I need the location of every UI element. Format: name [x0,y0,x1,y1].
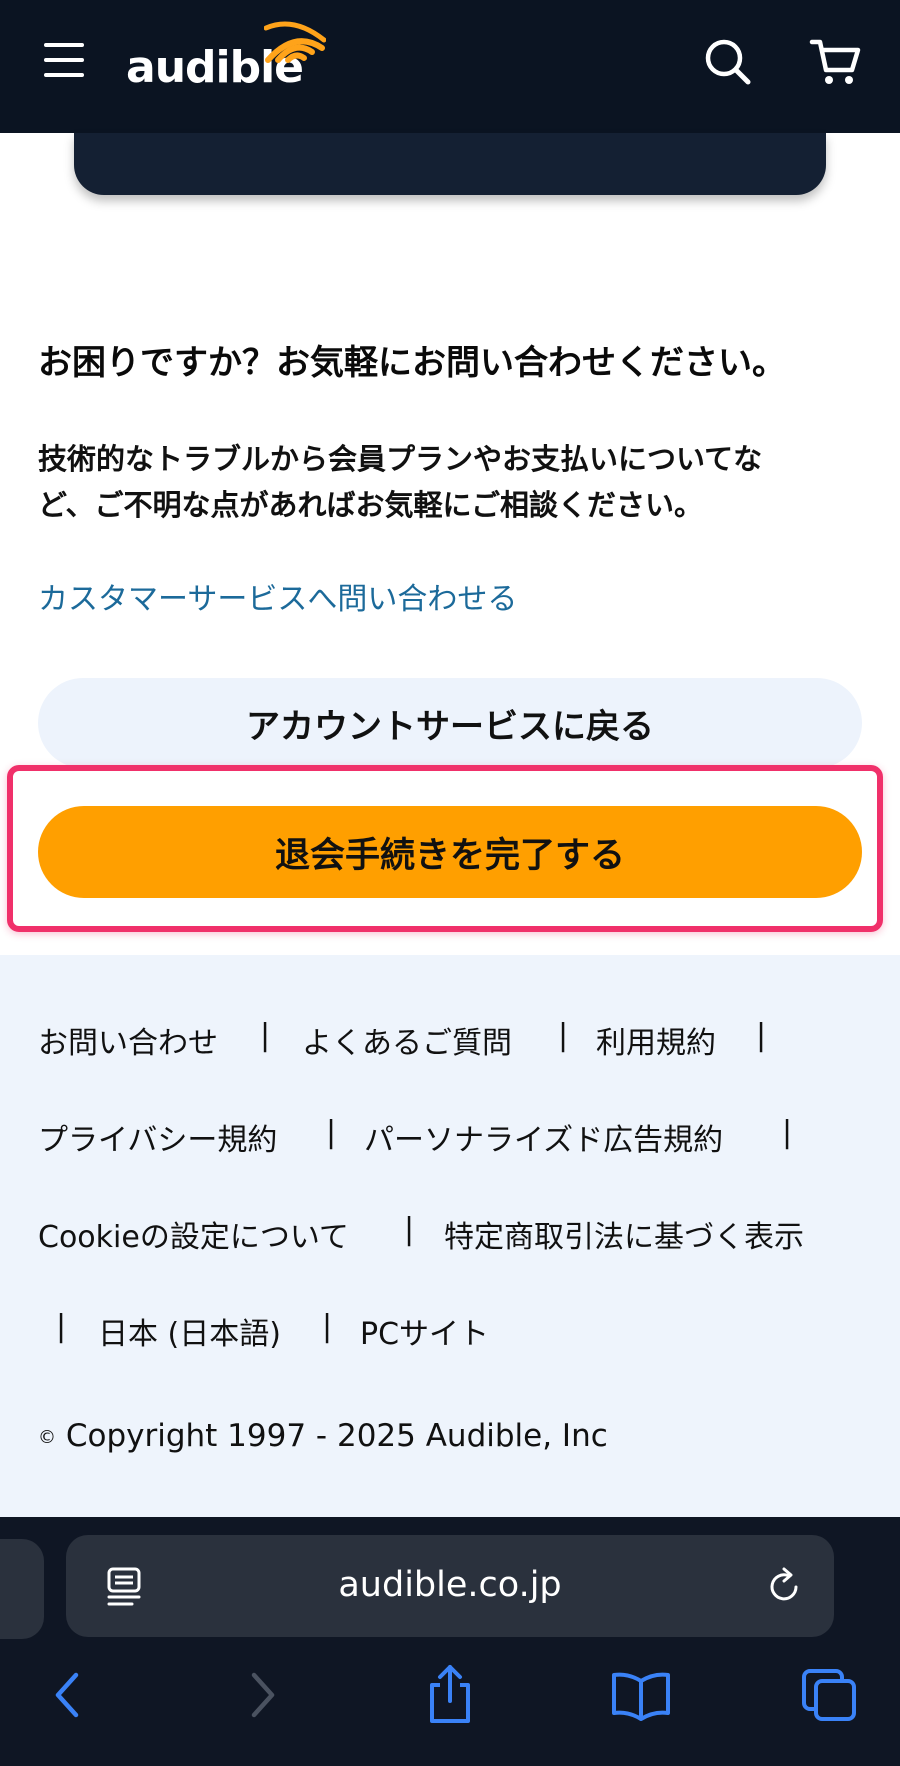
help-body: 技術的なトラブルから会員プランやお支払いについてな ど、ご不明な点があればお気軽… [38,436,858,528]
footer-link-faq[interactable]: よくあるご質問 [302,1018,512,1062]
footer-link-contact[interactable]: お問い合わせ [38,1018,218,1062]
footer-separator: | [322,1309,333,1344]
cart-icon[interactable] [808,34,864,90]
footer-separator: | [756,1018,767,1053]
copyright-text: Copyright 1997 - 2025 Audible, Inc [65,1418,608,1454]
footer-separator: | [558,1018,569,1053]
footer-separator: | [404,1212,415,1247]
contact-customer-service-link[interactable]: カスタマーサービスへ問い合わせる [38,574,517,618]
site-header: audible [0,0,900,133]
footer-link-pc-site[interactable]: PCサイト [360,1309,489,1353]
search-icon[interactable] [700,34,756,90]
previous-tab-stub[interactable] [0,1539,44,1639]
hamburger-menu-icon[interactable] [40,40,90,80]
help-body-line: 技術的なトラブルから会員プランやお支払いについてな [38,442,763,476]
footer-link-personalized-ads[interactable]: パーソナライズド広告規約 [364,1115,723,1159]
back-to-account-button[interactable]: アカウントサービスに戻る [38,678,862,768]
footer-link-terms[interactable]: 利用規約 [596,1018,716,1062]
previous-card-bottom [74,133,826,195]
help-title: お困りですか？お気軽にお問い合わせください。 [38,343,786,383]
complete-cancellation-button[interactable]: 退会手続きを完了する [38,806,862,898]
footer-separator: | [782,1115,793,1150]
footer-separator: | [56,1309,67,1344]
tabs-icon[interactable] [800,1667,860,1723]
footer-link-cookie[interactable]: Cookieの設定について [38,1212,349,1256]
address-bar[interactable]: audible.co.jp [66,1535,834,1637]
footer-link-privacy[interactable]: プライバシー規約 [38,1115,277,1159]
help-body-line: ど、ご不明な点があればお気軽にご相談ください。 [38,488,703,522]
forward-arrow-icon[interactable] [240,1667,284,1723]
footer-link-commercial-transactions[interactable]: 特定商取引法に基づく表示 [444,1212,804,1256]
browser-chrome: audible.co.jp [0,1517,900,1766]
bookmarks-icon[interactable] [610,1667,672,1723]
reload-icon[interactable] [762,1565,806,1609]
footer-separator: | [260,1018,271,1053]
footer-link-language[interactable]: 日本 (日本語) [98,1309,281,1353]
copyright: © Copyright 1997 - 2025 Audible, Inc [38,1418,608,1454]
footer-separator: | [326,1115,337,1150]
audible-waves-icon [264,21,326,63]
back-arrow-icon[interactable] [46,1667,90,1723]
share-icon[interactable] [424,1663,476,1725]
url-text: audible.co.jp [338,1565,562,1605]
copyright-symbol: © [38,1427,56,1448]
